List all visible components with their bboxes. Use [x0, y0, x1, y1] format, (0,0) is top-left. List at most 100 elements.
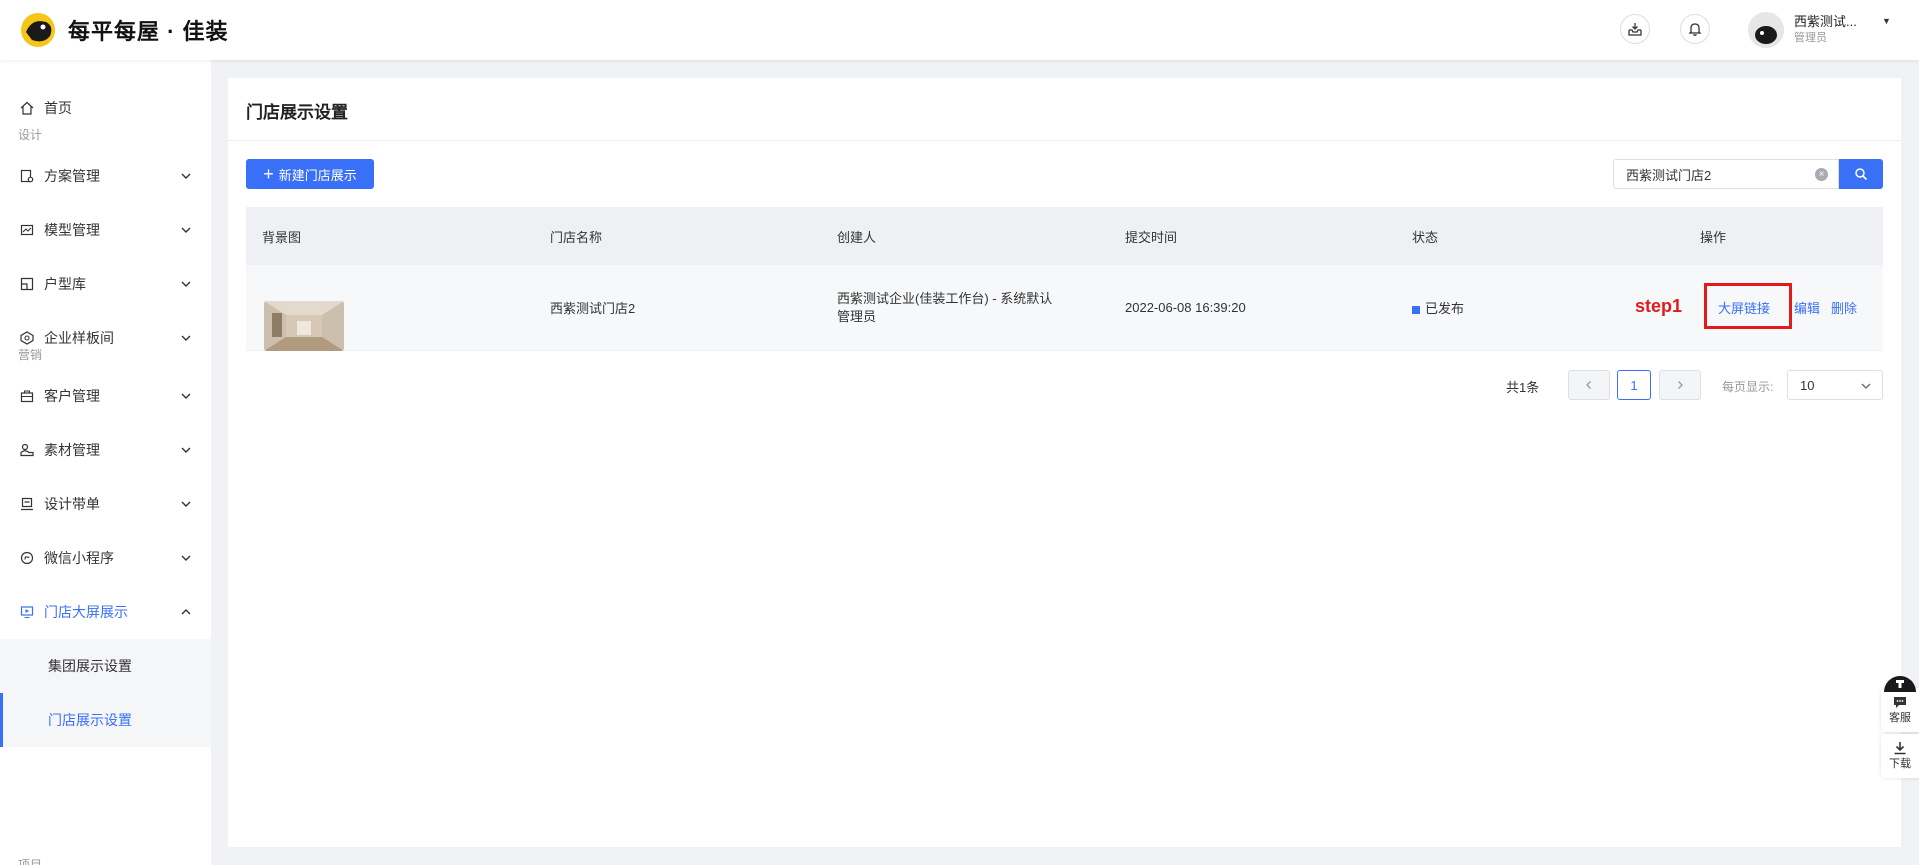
- sidebar-subitem-store-display[interactable]: 门店展示设置: [0, 693, 211, 747]
- floorplan-icon: [19, 276, 35, 292]
- status-text: 已发布: [1425, 301, 1465, 316]
- clear-icon[interactable]: ×: [1815, 168, 1828, 181]
- page-size-value: 10: [1800, 377, 1815, 393]
- new-store-display-button[interactable]: + 新建门店展示: [246, 159, 374, 189]
- chevron-down-icon: [181, 173, 191, 179]
- chat-icon: [1894, 697, 1906, 708]
- page-title: 门店展示设置: [246, 103, 348, 122]
- chevron-down-icon: [181, 227, 191, 233]
- download-button[interactable]: 下载: [1881, 734, 1919, 778]
- bell-icon[interactable]: [1680, 14, 1710, 44]
- chevron-right-icon: [1678, 381, 1683, 389]
- divider: [228, 140, 1901, 141]
- home-icon: [19, 100, 35, 116]
- chevron-down-icon: [181, 501, 191, 507]
- sidebar-item-label: 门店大屏展示: [44, 604, 128, 620]
- column-header: 背景图: [262, 229, 302, 245]
- sidebar-item-wechat-miniprogram[interactable]: 微信小程序: [0, 531, 211, 585]
- chevron-down-icon: [181, 393, 191, 399]
- sidebar-item-store-screen[interactable]: 门店大屏展示: [0, 585, 211, 639]
- brand-bird-icon: [18, 10, 58, 50]
- chevron-down-icon: [181, 335, 191, 341]
- brand-name: 每平每屋 · 佳装: [68, 19, 229, 44]
- plan-icon: [19, 168, 35, 184]
- chevron-down-icon: [1861, 383, 1871, 389]
- search-input[interactable]: [1626, 166, 1806, 182]
- top-header: 每平每屋 · 佳装 西紫测试... 管理员 ▼: [0, 0, 1919, 60]
- group-label-design: 设计: [18, 128, 43, 142]
- next-page-button[interactable]: [1659, 370, 1701, 400]
- page-size-select[interactable]: 10: [1787, 370, 1883, 400]
- sidebar-item-label: 模型管理: [44, 222, 100, 238]
- status-badge: 已发布: [1412, 298, 1464, 317]
- download-icon: [1894, 742, 1906, 755]
- sidebar-item-label: 素材管理: [44, 442, 100, 458]
- user-name: 西紫测试...: [1794, 14, 1857, 29]
- search-button[interactable]: [1839, 159, 1883, 189]
- avatar: [1748, 12, 1784, 48]
- material-icon: [19, 442, 35, 458]
- sidebar-item-plans[interactable]: 方案管理: [0, 149, 211, 203]
- chevron-up-icon: [181, 609, 191, 615]
- chevron-left-icon: [1586, 381, 1591, 389]
- customer-icon: [19, 388, 35, 404]
- caret-down-icon[interactable]: ▼: [1882, 16, 1891, 26]
- miniprogram-icon: [19, 550, 35, 566]
- table-header: 背景图 门店名称 创建人 提交时间 状态 操作: [246, 207, 1883, 265]
- sidebar-item-label: 企业样板间: [44, 330, 114, 346]
- column-header: 提交时间: [1125, 229, 1178, 245]
- sidebar-item-label: 方案管理: [44, 168, 100, 184]
- column-header: 门店名称: [550, 229, 603, 245]
- chevron-down-icon: [181, 447, 191, 453]
- brand-logo[interactable]: 每平每屋 · 佳装: [18, 10, 229, 50]
- screen-icon: [19, 604, 35, 620]
- service-label: 客服: [1889, 712, 1911, 724]
- main-card: 门店展示设置 + 新建门店展示 × 背景图 门店名称 创建人 提交时间 状态 操…: [228, 78, 1901, 847]
- chevron-down-icon: [181, 281, 191, 287]
- user-role: 管理员: [1794, 32, 1827, 44]
- sidebar-subitem-label: 门店展示设置: [48, 712, 132, 728]
- group-label-marketing: 营销: [18, 348, 43, 362]
- pagination: 共1条 1 每页显示: 10: [228, 370, 1901, 402]
- status-dot-icon: [1412, 305, 1420, 314]
- store-display-table: 背景图 门店名称 创建人 提交时间 状态 操作 西紫测试门店2 西紫测试企业(佳…: [246, 207, 1883, 351]
- store-name: 西紫测试门店2: [550, 301, 636, 316]
- new-button-label: 新建门店展示: [278, 167, 357, 183]
- sidebar-item-materials[interactable]: 素材管理: [0, 423, 211, 477]
- sidebar-item-models[interactable]: 模型管理: [0, 203, 211, 257]
- sidebar-item-label: 设计带单: [44, 496, 100, 512]
- search-field[interactable]: ×: [1613, 159, 1839, 189]
- chevron-down-icon: [181, 555, 191, 561]
- table-row: 西紫测试门店2 西紫测试企业(佳装工作台) - 系统默认管理员 2022-06-…: [246, 265, 1883, 351]
- plus-icon: +: [263, 164, 274, 184]
- column-header: 创建人: [837, 229, 877, 245]
- screen-link-button[interactable]: 大屏链接: [1718, 298, 1770, 317]
- step-annotation: step1: [1635, 296, 1683, 316]
- delete-button[interactable]: 删除: [1831, 298, 1857, 317]
- submit-time: 2022-06-08 16:39:20: [1125, 300, 1246, 315]
- customer-service-button[interactable]: 客服: [1881, 688, 1919, 732]
- mascot-icon: [1882, 672, 1918, 692]
- sidebar-item-design-orders[interactable]: 设计带单: [0, 477, 211, 531]
- edit-button[interactable]: 编辑: [1794, 298, 1820, 317]
- page-number[interactable]: 1: [1617, 370, 1651, 400]
- column-header: 状态: [1412, 229, 1439, 245]
- sidebar-item-label: 户型库: [44, 276, 86, 292]
- creator: 西紫测试企业(佳装工作台) - 系统默认管理员: [837, 290, 1053, 324]
- sidebar-item-label: 客户管理: [44, 388, 100, 404]
- sidebar-subitem-label: 集团展示设置: [48, 658, 132, 674]
- group-label-project: 项目: [18, 858, 43, 865]
- sidebar-item-customers[interactable]: 客户管理: [0, 369, 211, 423]
- background-thumbnail[interactable]: [264, 300, 344, 351]
- showroom-icon: [19, 330, 35, 346]
- inbox-icon[interactable]: [1620, 14, 1650, 44]
- total-count: 共1条: [1506, 380, 1540, 395]
- prev-page-button[interactable]: [1568, 370, 1610, 400]
- sidebar: 首页 设计 方案管理 模型管理 户型库 企业样板间 营销 客户管理 素材管理 设…: [0, 60, 211, 865]
- column-header: 操作: [1700, 229, 1727, 245]
- model-icon: [19, 222, 35, 238]
- search-icon: [1855, 168, 1868, 181]
- sidebar-item-floorplans[interactable]: 户型库: [0, 257, 211, 311]
- sidebar-subitem-group-display[interactable]: 集团展示设置: [0, 639, 211, 693]
- user-menu[interactable]: 西紫测试... 管理员 ▼: [1748, 10, 1891, 50]
